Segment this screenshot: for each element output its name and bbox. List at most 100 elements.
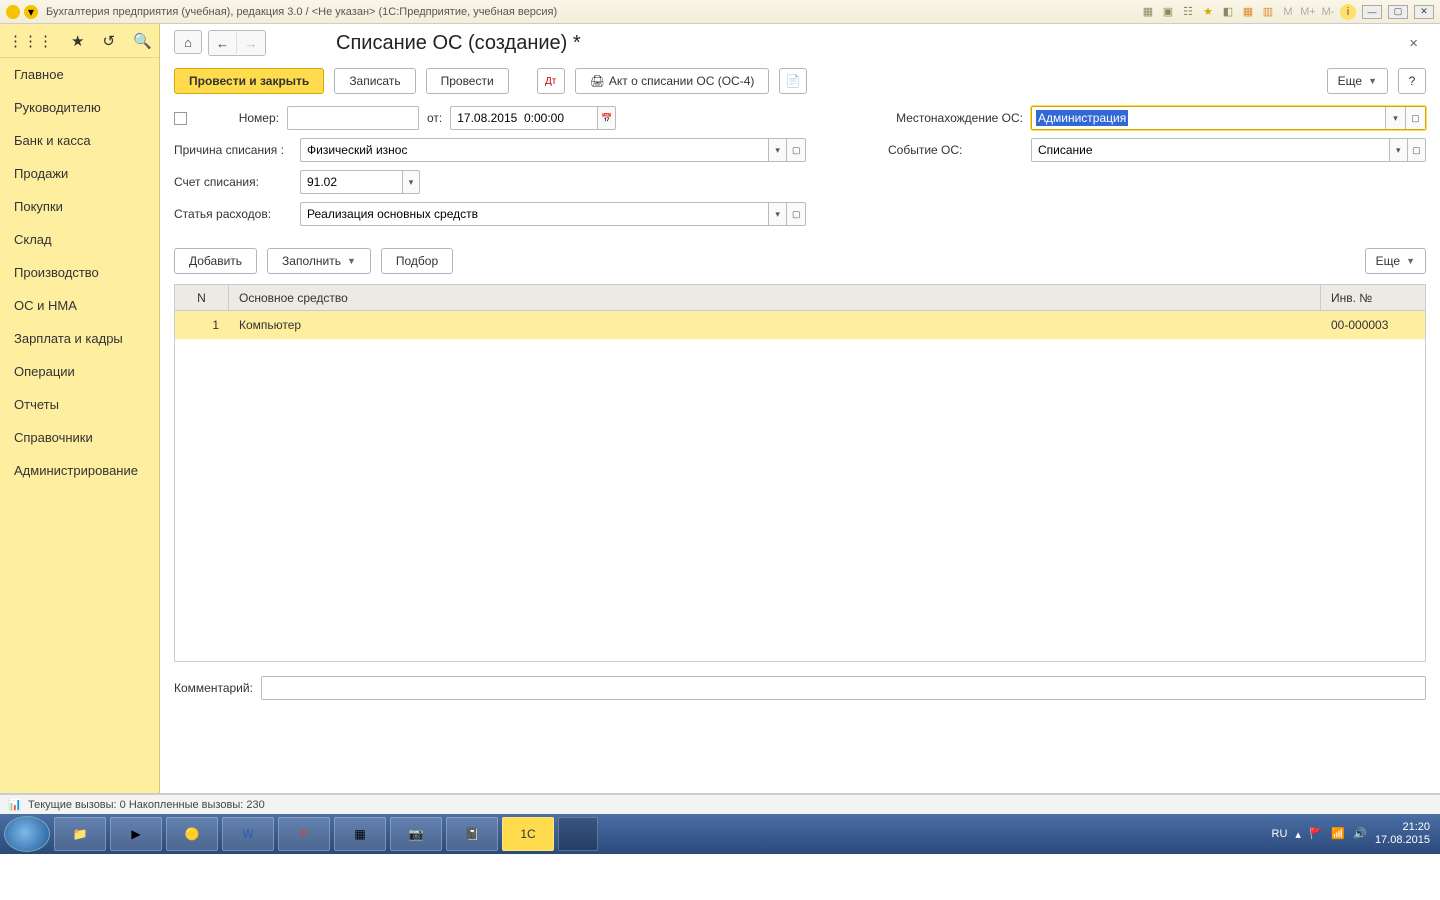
calendar-icon[interactable]: ▥ — [1260, 4, 1276, 20]
col-n[interactable]: N — [175, 285, 229, 310]
titlebar-tool-icon[interactable]: ◧ — [1220, 4, 1236, 20]
sidebar-item-manager[interactable]: Руководителю — [0, 91, 159, 124]
dropdown-icon[interactable]: ▾ — [1389, 139, 1407, 161]
sidebar-item-admin[interactable]: Администрирование — [0, 454, 159, 487]
taskbar-1c-icon[interactable]: 1C — [502, 817, 554, 851]
sidebar-item-warehouse[interactable]: Склад — [0, 223, 159, 256]
favorite-star-icon[interactable]: ★ — [1200, 4, 1216, 20]
cell-asset: Компьютер — [229, 318, 1321, 332]
number-field[interactable] — [287, 106, 419, 130]
window-maximize-button[interactable]: ▢ — [1388, 5, 1408, 19]
favorites-star-icon[interactable]: ★ — [71, 32, 84, 50]
nav-forward-button[interactable]: → — [237, 31, 265, 55]
window-close-button[interactable]: ✕ — [1414, 5, 1434, 19]
calculator-icon[interactable]: ▦ — [1240, 4, 1256, 20]
memory-m-icon[interactable]: M — [1280, 4, 1296, 20]
tray-up-icon[interactable]: ▴ — [1295, 828, 1301, 841]
sidebar-item-purchases[interactable]: Покупки — [0, 190, 159, 223]
calendar-icon[interactable]: 📅 — [597, 107, 615, 129]
taskbar-media-icon[interactable]: ▶ — [110, 817, 162, 851]
col-asset[interactable]: Основное средство — [229, 285, 1321, 310]
close-tab-button[interactable]: × — [1401, 31, 1426, 56]
taskbar-app2-icon[interactable] — [558, 817, 598, 851]
window-title: Бухгалтерия предприятия (учебная), редак… — [46, 6, 557, 18]
sidebar-item-assets[interactable]: ОС и НМА — [0, 289, 159, 322]
taskbar-app-icon[interactable]: 📷 — [390, 817, 442, 851]
window-minimize-button[interactable]: — — [1362, 5, 1382, 19]
help-icon[interactable]: i — [1340, 4, 1356, 20]
tray-lang[interactable]: RU — [1272, 828, 1288, 840]
sidebar-item-production[interactable]: Производство — [0, 256, 159, 289]
more-button[interactable]: Еще▼ — [1327, 68, 1388, 94]
print-act-button[interactable]: 🖨Акт о списании ОС (ОС-4) — [575, 68, 770, 94]
search-icon[interactable]: 🔍 — [133, 32, 152, 50]
save-button[interactable]: Записать — [334, 68, 415, 94]
location-field[interactable]: Администрация ▾ ▢ — [1031, 106, 1426, 130]
titlebar-tool-icon[interactable]: ☷ — [1180, 4, 1196, 20]
sidebar-item-payroll[interactable]: Зарплата и кадры — [0, 322, 159, 355]
app-menu-dropdown-icon[interactable]: ▾ — [24, 5, 38, 19]
tray-clock[interactable]: 21:20 17.08.2015 — [1375, 821, 1430, 847]
windows-taskbar: 📁 ▶ 🟡 W P ▦ 📷 📓 1C RU ▴ 🚩 📶 🔊 21:20 17.0… — [0, 814, 1440, 854]
add-row-button[interactable]: Добавить — [174, 248, 257, 274]
history-icon[interactable]: ↺ — [102, 32, 115, 50]
taskbar-notes-icon[interactable]: 📓 — [446, 817, 498, 851]
open-ref-icon[interactable]: ▢ — [1405, 107, 1425, 129]
taskbar-powerpoint-icon[interactable]: P — [278, 817, 330, 851]
taskbar-chrome-icon[interactable]: 🟡 — [166, 817, 218, 851]
account-field[interactable]: ▾ — [300, 170, 420, 194]
date-field[interactable]: 📅 — [450, 106, 616, 130]
open-ref-icon[interactable]: ▢ — [1407, 139, 1425, 161]
tray-network-icon[interactable]: 📶 — [1331, 827, 1345, 841]
comment-field[interactable] — [261, 676, 1426, 700]
start-button[interactable] — [4, 816, 50, 852]
tray-flag-icon[interactable]: 🚩 — [1309, 827, 1323, 841]
help-button[interactable]: ? — [1398, 68, 1426, 94]
debit-credit-icon-button[interactable]: Дт — [537, 68, 565, 94]
tray-volume-icon[interactable]: 🔊 — [1353, 827, 1367, 841]
nav-back-button[interactable]: ← — [209, 31, 237, 55]
comment-label: Комментарий: — [174, 681, 253, 695]
sidebar-item-directories[interactable]: Справочники — [0, 421, 159, 454]
taskbar-explorer-icon[interactable]: 📁 — [54, 817, 106, 851]
titlebar-tool-icon[interactable]: ▣ — [1160, 4, 1176, 20]
reason-label: Причина списания : — [174, 143, 292, 157]
dropdown-icon[interactable]: ▾ — [768, 139, 787, 161]
memory-mplus-icon[interactable]: M+ — [1300, 4, 1316, 20]
sidebar-item-main[interactable]: Главное — [0, 58, 159, 91]
dropdown-icon[interactable]: ▾ — [1385, 107, 1405, 129]
apps-grid-icon[interactable]: ⋮⋮⋮ — [8, 32, 53, 50]
expense-field[interactable]: ▾ ▢ — [300, 202, 806, 226]
dropdown-icon[interactable]: ▾ — [402, 171, 419, 193]
post-and-close-button[interactable]: Провести и закрыть — [174, 68, 324, 94]
expense-label: Статья расходов: — [174, 207, 292, 221]
pick-button[interactable]: Подбор — [381, 248, 453, 274]
sidebar-item-reports[interactable]: Отчеты — [0, 388, 159, 421]
status-text: Текущие вызовы: 0 Накопленные вызовы: 23… — [28, 799, 265, 811]
taskbar-word-icon[interactable]: W — [222, 817, 274, 851]
status-bar: 📊 Текущие вызовы: 0 Накопленные вызовы: … — [0, 794, 1440, 814]
post-button[interactable]: Провести — [426, 68, 509, 94]
event-field[interactable]: ▾ ▢ — [1031, 138, 1426, 162]
mark-checkbox[interactable] — [174, 112, 187, 125]
table-row[interactable]: 1 Компьютер 00-000003 — [175, 311, 1425, 339]
assets-table: N Основное средство Инв. № 1 Компьютер 0… — [174, 284, 1426, 662]
sidebar-item-operations[interactable]: Операции — [0, 355, 159, 388]
reason-field[interactable]: ▾ ▢ — [300, 138, 806, 162]
memory-mminus-icon[interactable]: M- — [1320, 4, 1336, 20]
taskbar-calc-icon[interactable]: ▦ — [334, 817, 386, 851]
dropdown-icon[interactable]: ▾ — [768, 203, 787, 225]
table-more-button[interactable]: Еще▼ — [1365, 248, 1426, 274]
account-label: Счет списания: — [174, 175, 292, 189]
col-inv[interactable]: Инв. № — [1321, 285, 1425, 310]
nav-home-button[interactable]: ⌂ — [174, 30, 202, 54]
cell-n: 1 — [175, 318, 229, 332]
attach-icon-button[interactable]: 📄 — [779, 68, 807, 94]
sidebar-item-sales[interactable]: Продажи — [0, 157, 159, 190]
sidebar-item-bank[interactable]: Банк и касса — [0, 124, 159, 157]
titlebar-tool-icon[interactable]: ▦ — [1140, 4, 1156, 20]
fill-button[interactable]: Заполнить▼ — [267, 248, 371, 274]
app-logo-icon — [6, 5, 20, 19]
open-ref-icon[interactable]: ▢ — [786, 203, 805, 225]
open-ref-icon[interactable]: ▢ — [786, 139, 805, 161]
